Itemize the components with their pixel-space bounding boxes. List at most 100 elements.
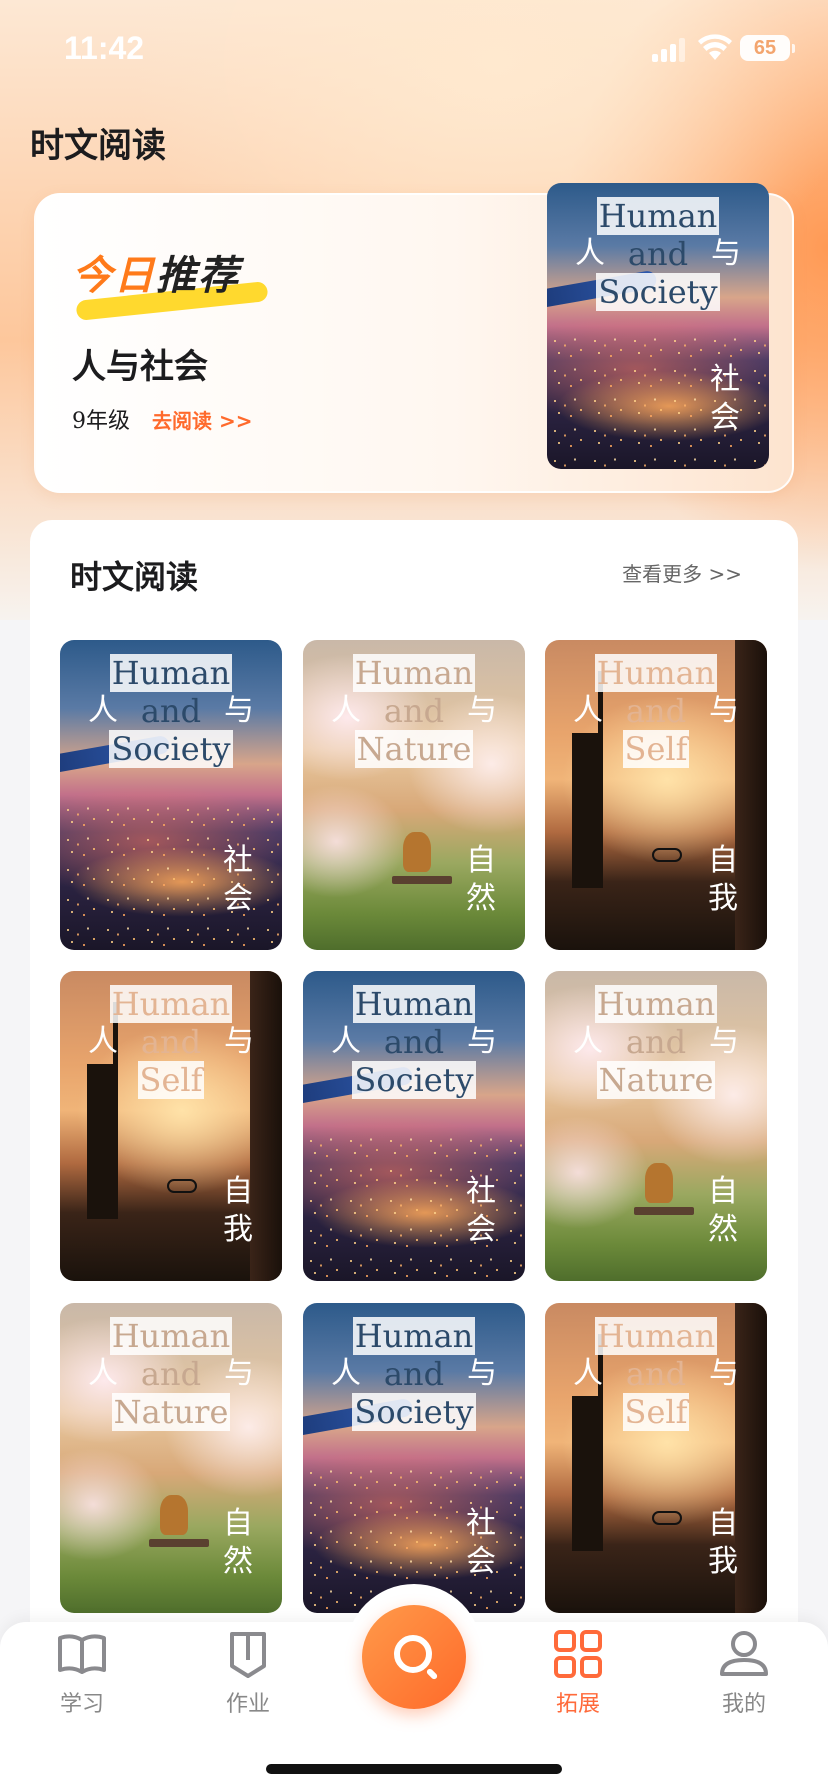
cover-cn-tag: 自我: [223, 1174, 253, 1247]
tab-label: 学习: [59, 1692, 104, 1717]
cover-title-line1: Human: [594, 985, 718, 1023]
cover-cn-tag: 社会: [223, 843, 253, 916]
page-title: 时文阅读: [30, 126, 166, 166]
hero-grade: 9年级: [72, 409, 130, 434]
cover-art: Human and Society 人与社会: [60, 640, 282, 950]
cover-art: Human and Nature 人与自然: [303, 640, 525, 950]
cover-cn-tag: 自然: [466, 843, 496, 916]
search-button[interactable]: [362, 1605, 466, 1709]
cover-cn-tag: 自然: [223, 1506, 253, 1579]
cover-title-line1: Human: [109, 654, 233, 692]
cover-art: Human and Self 人与自我: [60, 971, 282, 1281]
hero-title: 人与社会: [72, 347, 208, 387]
cover-title-line3: Self: [622, 1393, 690, 1431]
cover-cn-right: 与: [709, 1356, 739, 1391]
cyclist-silhouette: [651, 1510, 682, 1525]
cover-art: Human and Nature 人与自然: [545, 971, 767, 1281]
cover-cn-left: 人: [573, 1356, 603, 1391]
book-card[interactable]: Human and Nature 人与自然: [60, 1303, 282, 1613]
badge-text-recommend: 推荐: [156, 253, 240, 299]
cover-art: Human and Society 人 与 社会: [547, 183, 769, 469]
cover-cn-tag: 自我: [708, 1506, 738, 1579]
tab-label: 拓展: [555, 1692, 600, 1717]
cyclist-silhouette: [166, 1178, 197, 1193]
bench: [391, 875, 452, 884]
cover-title-line3: Society: [352, 1061, 476, 1099]
bench: [633, 1206, 694, 1215]
cover-title-line1: Human: [352, 985, 476, 1023]
cover-cn-right: 与: [709, 693, 739, 728]
cover-title-line3: Self: [137, 1061, 205, 1099]
cover-cn-left: 人: [88, 693, 118, 728]
cover-art: Human and Nature 人与自然: [60, 1303, 282, 1613]
dog-figure: [644, 1163, 673, 1204]
today-recommend-card[interactable]: 今日推荐 人与社会 9年级 去阅读 >> Human and Society 人…: [34, 183, 794, 493]
book-card[interactable]: Human and Nature 人与自然: [303, 640, 525, 950]
book-card[interactable]: Human and Society 人与社会: [303, 1303, 525, 1613]
cover-cn-right: 与: [224, 1356, 254, 1391]
book-card[interactable]: Human and Self 人与自我: [545, 640, 767, 950]
cover-cn-tag: 社会: [710, 362, 740, 435]
book-card[interactable]: Human and Society 人与社会: [60, 640, 282, 950]
book-card[interactable]: Human and Self 人与自我: [545, 1303, 767, 1613]
cover-title-line3: Society: [596, 273, 720, 311]
cover-cn-right: 与: [467, 1024, 497, 1059]
cover-title-line1: Human: [596, 197, 720, 235]
tab-label: 作业: [225, 1692, 270, 1717]
cover-title-line3: Nature: [111, 1393, 231, 1431]
cover-art: Human and Self 人与自我: [545, 640, 767, 950]
cover-art: Human and Society 人与社会: [303, 971, 525, 1281]
cover-title-line1: Human: [352, 654, 476, 692]
cover-cn-tag: 社会: [466, 1506, 496, 1579]
home-indicator[interactable]: [266, 1764, 562, 1774]
cover-cn-tag: 自然: [708, 1174, 738, 1247]
cover-cn-left: 人: [573, 1024, 603, 1059]
wifi-icon: [698, 34, 732, 60]
cover-cn-left: 人: [88, 1024, 118, 1059]
book-card[interactable]: Human and Society 人与社会: [303, 971, 525, 1281]
cover-cn-right: 与: [711, 236, 741, 271]
cover-title-line1: Human: [109, 985, 233, 1023]
tab-mine[interactable]: 我的: [694, 1630, 794, 1718]
book-card[interactable]: Human and Self 人与自我: [60, 971, 282, 1281]
cover-cn-left: 人: [575, 236, 605, 271]
cover-title-line1: Human: [109, 1317, 233, 1355]
cover-title-line1: Human: [594, 654, 718, 692]
tab-homework[interactable]: 作业: [198, 1630, 298, 1718]
go-read-link[interactable]: 去阅读 >>: [152, 405, 252, 434]
cover-title-line1: Human: [594, 1317, 718, 1355]
cover-cn-right: 与: [224, 1024, 254, 1059]
cover-title-line1: Human: [352, 1317, 476, 1355]
tab-expand[interactable]: 拓展: [528, 1630, 628, 1718]
cover-cn-tag: 社会: [466, 1174, 496, 1247]
cover-cn-left: 人: [331, 1024, 361, 1059]
battery-indicator: 65: [740, 35, 795, 61]
cover-cn-right: 与: [224, 693, 254, 728]
today-recommend-badge: 今日推荐: [72, 243, 272, 321]
status-time: 11:42: [64, 30, 145, 66]
cover-title-line3: Nature: [596, 1061, 716, 1099]
hero-book-cover[interactable]: Human and Society 人 与 社会: [547, 183, 769, 469]
section-title: 时文阅读: [70, 558, 199, 596]
homework-icon: [230, 1632, 266, 1678]
cover-cn-right: 与: [467, 693, 497, 728]
cover-title-line3: Nature: [354, 730, 474, 768]
book-icon: [58, 1634, 106, 1674]
cover-cn-left: 人: [331, 1356, 361, 1391]
book-card[interactable]: Human and Nature 人与自然: [545, 971, 767, 1281]
signal-icon: [652, 38, 686, 62]
dog-figure: [402, 832, 431, 873]
cover-art: Human and Society 人与社会: [303, 1303, 525, 1613]
cover-cn-left: 人: [331, 693, 361, 728]
cover-cn-left: 人: [88, 1356, 118, 1391]
view-more-link[interactable]: 查看更多 >>: [622, 558, 742, 587]
user-icon: [720, 1631, 768, 1676]
cover-title-line3: Self: [622, 730, 690, 768]
grid-icon: [554, 1630, 602, 1678]
search-icon: [394, 1635, 432, 1673]
tab-label: 我的: [721, 1692, 766, 1717]
cover-cn-left: 人: [573, 693, 603, 728]
bench: [148, 1538, 209, 1547]
tab-study[interactable]: 学习: [32, 1630, 132, 1718]
cover-cn-right: 与: [467, 1356, 497, 1391]
